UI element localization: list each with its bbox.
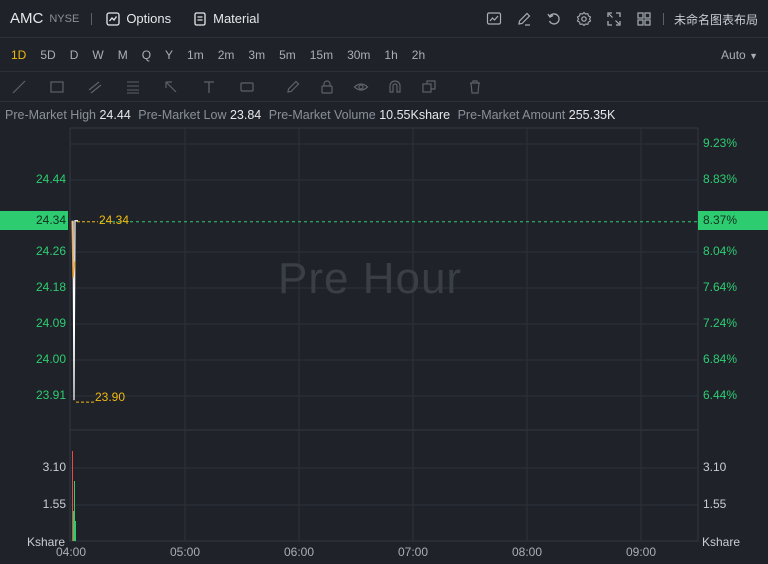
period-w[interactable]: W <box>85 48 110 62</box>
time-tick: 05:00 <box>170 545 201 559</box>
low-value: 23.84 <box>229 108 262 122</box>
drawing-toolbar <box>0 72 768 102</box>
period-3m[interactable]: 3m <box>241 48 272 62</box>
header-tools: 未命名图表布局 <box>479 0 768 38</box>
low-annotation: 23.90 <box>95 390 126 404</box>
material-label: Material <box>213 11 260 26</box>
scale-mode-dropdown[interactable]: Auto ▼ <box>721 48 758 62</box>
eye-icon[interactable] <box>348 72 374 102</box>
current-percent-tag: 8.37% <box>698 211 768 230</box>
price-tick: 24.09 <box>35 316 66 330</box>
material-button[interactable]: Material <box>193 11 259 26</box>
percent-tick: 6.84% <box>703 352 738 366</box>
symbol-label[interactable]: AMC <box>10 10 43 27</box>
current-price-tag: 24.34 <box>0 211 68 230</box>
draw-icon[interactable] <box>509 0 539 38</box>
channel-icon[interactable] <box>82 72 108 102</box>
period-5d[interactable]: 5D <box>33 48 62 62</box>
period-2m[interactable]: 2m <box>211 48 242 62</box>
pencil-icon[interactable] <box>280 72 306 102</box>
trend-line-icon[interactable] <box>6 72 32 102</box>
session-watermark: Pre Hour <box>278 254 463 303</box>
note-icon[interactable] <box>234 72 260 102</box>
scale-mode-label: Auto <box>721 47 746 62</box>
period-bar: 1D 5D D W M Q Y 1m 2m 3m 5m 15m 30m 1h 2… <box>0 38 768 72</box>
time-tick: 09:00 <box>626 545 657 559</box>
divider <box>662 13 664 25</box>
period-1m[interactable]: 1m <box>180 48 211 62</box>
price-tick: 24.26 <box>35 244 66 258</box>
chevron-down-icon: ▼ <box>749 50 758 61</box>
volume-bar <box>74 481 75 541</box>
period-15m[interactable]: 15m <box>303 48 340 62</box>
period-1d[interactable]: 1D <box>4 48 33 62</box>
chart-frame <box>69 127 699 542</box>
high-annotation: 24.34 <box>99 213 130 227</box>
volume-tick: 1.55 <box>703 497 727 511</box>
volume-tick: 3.10 <box>42 460 66 474</box>
period-5m[interactable]: 5m <box>272 48 303 62</box>
percent-tick: 8.83% <box>703 172 738 186</box>
percent-tick: 7.24% <box>703 316 738 330</box>
volume-tick: 3.10 <box>703 460 727 474</box>
high-value: 24.44 <box>99 108 131 122</box>
percent-tick: 6.44% <box>703 388 738 402</box>
arrow-icon[interactable] <box>158 72 184 102</box>
options-button[interactable]: Options <box>106 11 171 26</box>
volume-bar <box>72 451 73 541</box>
period-30m[interactable]: 30m <box>340 48 377 62</box>
volume-tick: 1.55 <box>42 497 66 511</box>
copy-icon[interactable] <box>416 72 442 102</box>
period-1h[interactable]: 1h <box>377 48 404 62</box>
text-tool-icon[interactable] <box>196 72 222 102</box>
volume-label: Pre-Market Volume <box>268 108 376 122</box>
price-tick: 24.00 <box>35 352 66 366</box>
layout-grid-icon[interactable] <box>629 0 659 38</box>
options-icon <box>106 11 120 26</box>
fullscreen-icon[interactable] <box>599 0 629 38</box>
rectangle-icon[interactable] <box>44 72 70 102</box>
percent-tick: 9.23% <box>703 136 738 150</box>
premarket-stats: Pre-Market High 24.44 Pre-Market Low 23.… <box>5 108 619 122</box>
period-d[interactable]: D <box>63 48 86 62</box>
lock-icon[interactable] <box>314 72 340 102</box>
amount-label: Pre-Market Amount <box>457 108 566 122</box>
price-line <box>72 220 78 401</box>
period-2h[interactable]: 2h <box>405 48 432 62</box>
material-icon <box>194 11 206 26</box>
time-tick: 08:00 <box>512 545 543 559</box>
volume-unit-label: Kshare <box>702 535 741 549</box>
layout-name-label[interactable]: 未命名图表布局 <box>668 11 768 28</box>
fib-icon[interactable] <box>120 72 146 102</box>
period-m[interactable]: M <box>111 48 135 62</box>
amount-value: 255.35K <box>568 108 616 122</box>
settings-icon[interactable] <box>569 0 599 38</box>
time-tick: 06:00 <box>284 545 315 559</box>
header-bar: AMC NYSE Options Material 未命名图表布局 <box>0 0 768 38</box>
undo-icon[interactable] <box>539 0 569 38</box>
percent-tick: 7.64% <box>703 280 738 294</box>
magnet-icon[interactable] <box>382 72 408 102</box>
volume-value: 10.55Kshare <box>379 108 451 122</box>
period-q[interactable]: Q <box>135 48 158 62</box>
price-tick: 24.44 <box>35 172 66 186</box>
divider <box>91 12 93 25</box>
low-label: Pre-Market Low <box>138 108 227 122</box>
exchange-label: NYSE <box>49 12 80 25</box>
period-y[interactable]: Y <box>158 48 180 62</box>
volume-bar <box>73 511 74 541</box>
time-tick: 04:00 <box>56 545 87 559</box>
price-tick: 23.91 <box>35 388 66 402</box>
time-tick: 07:00 <box>398 545 429 559</box>
price-tick: 24.18 <box>35 280 66 294</box>
average-price-line <box>71 220 76 278</box>
indicator-icon[interactable] <box>479 0 509 38</box>
percent-tick: 8.04% <box>703 244 738 258</box>
trash-icon[interactable] <box>462 72 488 102</box>
options-label: Options <box>126 11 172 26</box>
high-label: Pre-Market High <box>5 108 96 122</box>
volume-bar <box>75 521 76 541</box>
